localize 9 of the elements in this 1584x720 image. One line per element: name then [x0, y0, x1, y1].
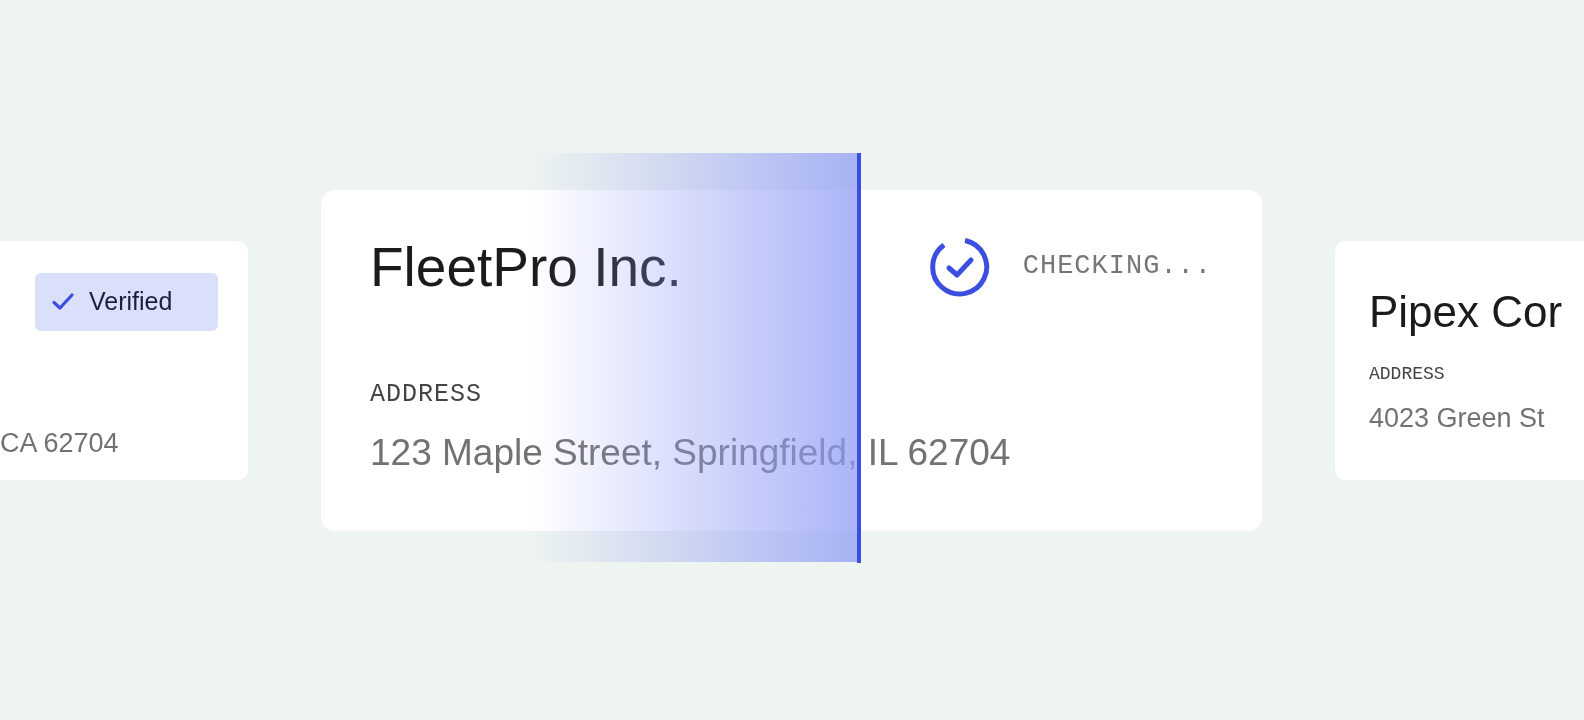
address-text: 123 Maple Street, Springfield, IL 62704 [370, 431, 1012, 475]
address-label: ADDRESS [370, 378, 484, 411]
company-name: FleetPro Inc. [370, 234, 682, 300]
status-text: CHECKING... [1022, 250, 1212, 284]
company-name: Pipex Cor [1369, 285, 1564, 338]
address-label: ADDRESS [1369, 362, 1446, 386]
verified-badge: Verified [35, 272, 218, 331]
address-text: 4023 Green St [1369, 401, 1546, 435]
address-text: CA 62704 [0, 426, 120, 460]
